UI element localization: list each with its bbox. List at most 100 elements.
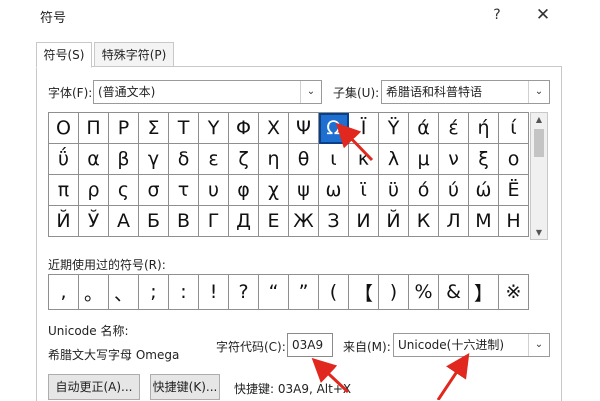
symbol-cell[interactable]: Б: [139, 206, 169, 237]
symbol-cell[interactable]: χ: [259, 175, 289, 206]
symbol-cell[interactable]: Ψ: [289, 113, 319, 144]
recent-symbol-cell[interactable]: !: [199, 275, 229, 310]
recent-symbol-cell[interactable]: :: [169, 275, 199, 310]
close-button[interactable]: ✕: [532, 5, 554, 25]
symbol-cell[interactable]: И: [349, 206, 379, 237]
char-code-input[interactable]: 03A9: [287, 333, 333, 357]
symbol-cell[interactable]: ζ: [229, 144, 259, 175]
symbol-cell[interactable]: δ: [169, 144, 199, 175]
recent-symbol-cell[interactable]: 、: [109, 275, 139, 310]
recent-symbol-cell[interactable]: (: [319, 275, 349, 310]
recent-symbol-cell[interactable]: “: [259, 275, 289, 310]
recent-symbol-cell[interactable]: 。: [79, 275, 109, 310]
symbol-cell[interactable]: ω: [319, 175, 349, 206]
chevron-down-icon[interactable]: ⌄: [528, 81, 549, 103]
autocorrect-button[interactable]: 自动更正(A)...: [48, 374, 140, 400]
recent-symbol-cell[interactable]: %: [409, 275, 439, 310]
help-button[interactable]: ?: [486, 5, 508, 25]
symbol-cell[interactable]: η: [259, 144, 289, 175]
recent-symbol-cell[interactable]: 【: [349, 275, 379, 310]
symbol-cell[interactable]: Ж: [289, 206, 319, 237]
symbol-cell[interactable]: Υ: [199, 113, 229, 144]
symbol-cell[interactable]: Ϋ: [379, 113, 409, 144]
symbol-cell[interactable]: ρ: [79, 175, 109, 206]
symbol-cell[interactable]: ά: [409, 113, 439, 144]
symbol-cell[interactable]: ξ: [469, 144, 499, 175]
symbol-cell[interactable]: ώ: [469, 175, 499, 206]
recent-symbol-cell[interactable]: ): [379, 275, 409, 310]
shortcut-key-button[interactable]: 快捷键(K)...: [150, 374, 220, 400]
recent-symbols-label: 近期使用过的符号(R):: [48, 258, 166, 272]
symbol-cell[interactable]: ύ: [439, 175, 469, 206]
symbol-cell[interactable]: Й: [49, 206, 79, 237]
chevron-down-icon[interactable]: ⌄: [528, 334, 549, 356]
symbol-cell[interactable]: Χ: [259, 113, 289, 144]
symbol-cell[interactable]: ι: [319, 144, 349, 175]
symbol-cell[interactable]: А: [109, 206, 139, 237]
symbol-cell[interactable]: Φ: [229, 113, 259, 144]
symbol-cell[interactable]: ν: [439, 144, 469, 175]
symbol-cell[interactable]: ϋ: [379, 175, 409, 206]
symbol-cell[interactable]: τ: [169, 175, 199, 206]
recent-symbol-cell[interactable]: ?: [229, 275, 259, 310]
symbol-cell[interactable]: ς: [109, 175, 139, 206]
symbol-cell[interactable]: γ: [139, 144, 169, 175]
recent-symbol-cell[interactable]: ;: [139, 275, 169, 310]
from-select[interactable]: Unicode(十六进制) ⌄: [393, 333, 550, 357]
selected-symbol-cell[interactable]: Ω: [319, 113, 349, 144]
symbol-cell[interactable]: Й: [379, 206, 409, 237]
symbol-cell[interactable]: α: [79, 144, 109, 175]
symbol-cell[interactable]: К: [409, 206, 439, 237]
tab-symbols[interactable]: 符号(S): [36, 42, 92, 68]
recent-symbol-cell[interactable]: &: [439, 275, 469, 310]
symbol-cell[interactable]: θ: [289, 144, 319, 175]
symbol-cell[interactable]: ψ: [289, 175, 319, 206]
symbol-cell[interactable]: π: [49, 175, 79, 206]
chevron-down-icon[interactable]: ⌄: [300, 81, 321, 103]
symbol-cell[interactable]: Σ: [139, 113, 169, 144]
symbol-cell[interactable]: Н: [499, 206, 529, 237]
symbol-cell[interactable]: μ: [409, 144, 439, 175]
symbol-cell[interactable]: Τ: [169, 113, 199, 144]
symbol-cell[interactable]: Л: [439, 206, 469, 237]
scrollbar-thumb[interactable]: [534, 129, 544, 157]
symbol-cell[interactable]: κ: [349, 144, 379, 175]
symbol-cell[interactable]: έ: [439, 113, 469, 144]
symbol-cell[interactable]: Ў: [79, 206, 109, 237]
recent-symbol-cell[interactable]: 】: [469, 275, 499, 310]
symbol-cell[interactable]: ή: [469, 113, 499, 144]
symbol-cell[interactable]: М: [469, 206, 499, 237]
symbol-cell[interactable]: Ρ: [109, 113, 139, 144]
symbol-cell[interactable]: ο: [499, 144, 529, 175]
symbol-cell[interactable]: Г: [199, 206, 229, 237]
scroll-down-icon[interactable]: ▼: [531, 228, 547, 237]
symbol-cell[interactable]: Ϊ: [349, 113, 379, 144]
recent-symbol-cell[interactable]: ”: [289, 275, 319, 310]
symbol-cell[interactable]: σ: [139, 175, 169, 206]
scroll-up-icon[interactable]: ▲: [531, 115, 547, 124]
symbol-cell[interactable]: ό: [409, 175, 439, 206]
symbol-grid-scrollbar[interactable]: ▲ ▼: [530, 112, 548, 240]
symbol-cell[interactable]: β: [109, 144, 139, 175]
recent-symbol-cell[interactable]: ,: [49, 275, 79, 310]
grid-row: Ο Π Ρ Σ Τ Υ Φ Χ Ψ Ω Ϊ Ϋ ά έ ή ί: [49, 113, 529, 144]
symbol-cell[interactable]: ί: [499, 113, 529, 144]
symbol-cell[interactable]: Е: [259, 206, 289, 237]
symbol-cell[interactable]: Π: [79, 113, 109, 144]
symbol-cell[interactable]: З: [319, 206, 349, 237]
symbol-cell[interactable]: υ: [199, 175, 229, 206]
symbol-cell[interactable]: λ: [379, 144, 409, 175]
tab-special-characters[interactable]: 特殊字符(P): [94, 42, 174, 68]
symbol-cell[interactable]: Ο: [49, 113, 79, 144]
symbol-cell[interactable]: φ: [229, 175, 259, 206]
symbol-cell[interactable]: Д: [229, 206, 259, 237]
symbol-cell[interactable]: В: [169, 206, 199, 237]
font-select[interactable]: (普通文本) ⌄: [93, 80, 322, 104]
symbol-cell[interactable]: ΰ: [49, 144, 79, 175]
symbol-cell[interactable]: ε: [199, 144, 229, 175]
symbol-cell[interactable]: Ё: [499, 175, 529, 206]
subset-select[interactable]: 希腊语和科普特语 ⌄: [381, 80, 550, 104]
symbol-cell[interactable]: ϊ: [349, 175, 379, 206]
grid-row: Й Ў А Б В Г Д Е Ж З И Й К Л М Н: [49, 206, 529, 237]
recent-symbol-cell[interactable]: ※: [499, 275, 529, 310]
